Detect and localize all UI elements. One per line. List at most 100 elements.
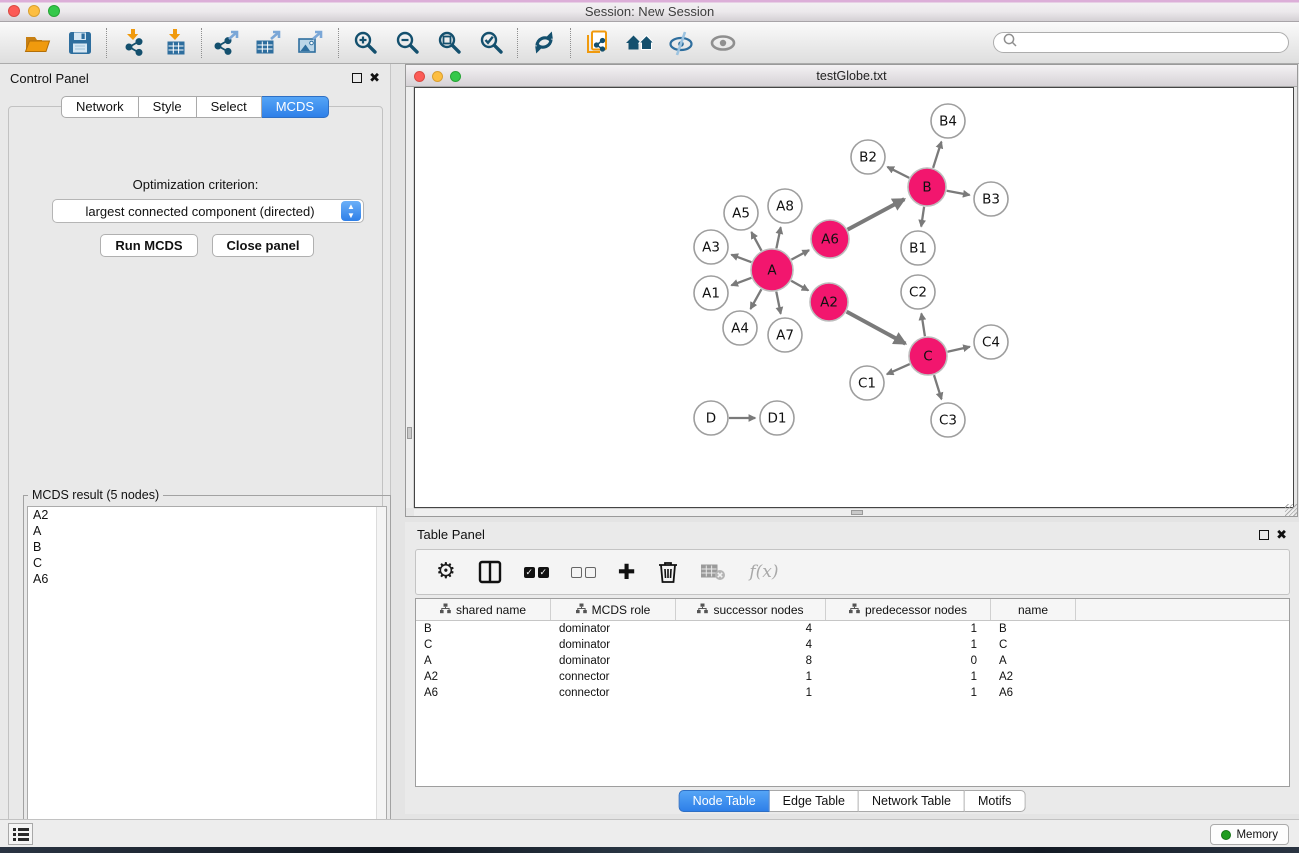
split-view-icon[interactable] <box>478 560 502 584</box>
search-box[interactable] <box>993 32 1289 53</box>
mcds-result-item[interactable]: C <box>28 555 386 571</box>
zoom-fit-icon[interactable] <box>435 29 463 56</box>
table-row[interactable]: A6connector11A6 <box>416 685 1289 701</box>
table-row[interactable]: Cdominator41C <box>416 637 1289 653</box>
import-table-icon[interactable] <box>161 29 189 56</box>
close-panel-icon[interactable]: ✖ <box>369 70 380 86</box>
table-cell: A6 <box>991 685 1076 701</box>
toolbar-group <box>339 29 517 56</box>
deselect-all-icon[interactable] <box>571 567 596 578</box>
run-mcds-button[interactable]: Run MCDS <box>100 234 198 257</box>
column-header-shared-name[interactable]: shared name <box>416 599 551 620</box>
table-cell: 4 <box>676 637 826 653</box>
tab-select[interactable]: Select <box>197 96 262 118</box>
network-window-titlebar[interactable]: testGlobe.txt <box>406 65 1297 87</box>
attribute-tree-icon <box>849 603 860 617</box>
desktop-background <box>0 847 1299 853</box>
task-history-button[interactable] <box>8 823 33 845</box>
network-horizontal-scrollbar[interactable] <box>414 508 1294 516</box>
table-cell: dominator <box>551 653 676 669</box>
horizontal-scroll-thumb[interactable] <box>851 510 863 515</box>
zoom-out-icon[interactable] <box>393 29 421 56</box>
home-icon[interactable] <box>625 29 653 56</box>
tab-motifs[interactable]: Motifs <box>965 790 1025 812</box>
table-cell: connector <box>551 669 676 685</box>
tab-network-table[interactable]: Network Table <box>859 790 965 812</box>
table-cell: B <box>416 621 551 637</box>
float-table-panel-icon[interactable] <box>1259 530 1269 540</box>
save-session-icon[interactable] <box>66 29 94 56</box>
search-input[interactable] <box>1022 36 1280 50</box>
network-vertical-scrollbar[interactable] <box>406 87 414 508</box>
import-network-icon[interactable] <box>119 29 147 56</box>
mcds-result-item[interactable]: A <box>28 523 386 539</box>
optimization-value: largest connected component (directed) <box>53 204 341 219</box>
attribute-tree-icon <box>576 603 587 617</box>
mcds-tab-content: Optimization criterion: largest connecte… <box>8 106 383 853</box>
memory-label: Memory <box>1236 829 1278 841</box>
export-table-icon[interactable] <box>256 29 284 56</box>
export-image-icon[interactable] <box>298 29 326 56</box>
mcds-result-list[interactable]: A2ABCA6 <box>27 506 387 838</box>
column-header-successor-nodes[interactable]: successor nodes <box>676 599 826 620</box>
export-network-icon[interactable] <box>214 29 242 56</box>
toolbar-group <box>202 29 338 56</box>
memory-button[interactable]: Memory <box>1210 824 1289 845</box>
table-panel-title: Table Panel <box>417 527 485 542</box>
hide-panel-icon[interactable] <box>667 29 695 56</box>
tab-node-table[interactable]: Node Table <box>679 790 770 812</box>
mcds-result-box: MCDS result (5 nodes) A2ABCA6 <box>23 495 391 842</box>
mcds-result-item[interactable]: B <box>28 539 386 555</box>
table-cell: 1 <box>826 669 991 685</box>
select-all-icon[interactable]: ✓✓ <box>524 567 549 578</box>
toolbar-group <box>571 29 749 56</box>
control-panel-tabs: NetworkStyleSelectMCDS <box>61 96 329 118</box>
tab-mcds[interactable]: MCDS <box>262 96 329 118</box>
optimization-select[interactable]: largest connected component (directed) ▲… <box>52 199 364 223</box>
table-cell: A2 <box>991 669 1076 685</box>
close-table-panel-icon[interactable]: ✖ <box>1276 527 1287 543</box>
close-panel-button[interactable]: Close panel <box>212 234 314 257</box>
resize-grip-icon[interactable] <box>1285 504 1297 516</box>
gear-icon[interactable]: ⚙ <box>436 561 456 583</box>
delete-column-icon[interactable] <box>657 560 679 584</box>
delete-table-icon <box>701 562 727 582</box>
table-cell: A6 <box>416 685 551 701</box>
add-column-icon[interactable]: ✚ <box>618 560 636 584</box>
memory-status-icon <box>1221 830 1231 840</box>
mcds-result-item[interactable]: A6 <box>28 571 386 587</box>
table-toolbar: ⚙ ✓✓ ✚ f(x) <box>415 549 1290 595</box>
result-scrollbar[interactable] <box>376 507 386 837</box>
open-file-icon[interactable] <box>24 29 52 56</box>
zoom-in-icon[interactable] <box>351 29 379 56</box>
network-canvas[interactable] <box>414 87 1294 508</box>
function-builder-icon: f(x) <box>749 562 778 582</box>
app-titlebar: Session: New Session <box>0 0 1299 22</box>
tab-network[interactable]: Network <box>61 96 139 118</box>
table-header-row: shared nameMCDS rolesuccessor nodesprede… <box>416 599 1289 621</box>
tab-edge-table[interactable]: Edge Table <box>770 790 859 812</box>
float-panel-icon[interactable] <box>352 73 362 83</box>
column-header-MCDS-role[interactable]: MCDS role <box>551 599 676 620</box>
network-window-title: testGlobe.txt <box>406 69 1297 83</box>
table-cell: 1 <box>826 685 991 701</box>
column-header-name[interactable]: name <box>991 599 1076 620</box>
column-header-predecessor-nodes[interactable]: predecessor nodes <box>826 599 991 620</box>
vertical-scroll-thumb[interactable] <box>407 427 412 439</box>
table-panel: Table Panel ✖ ⚙ ✓✓ ✚ f(x) shared nameMCDS r… <box>405 522 1299 814</box>
tab-style[interactable]: Style <box>139 96 197 118</box>
column-header-filler <box>1076 599 1289 620</box>
table-row[interactable]: Adominator80A <box>416 653 1289 669</box>
control-panel-header: Control Panel ✖ <box>0 64 390 92</box>
copy-network-icon[interactable] <box>583 29 611 56</box>
zoom-selected-icon[interactable] <box>477 29 505 56</box>
show-panel-icon[interactable] <box>709 29 737 56</box>
table-cell: C <box>991 637 1076 653</box>
attribute-tree-icon <box>697 603 708 617</box>
table-row[interactable]: A2connector11A2 <box>416 669 1289 685</box>
mcds-result-item[interactable]: A2 <box>28 507 386 523</box>
table-cell: 1 <box>826 621 991 637</box>
table-row[interactable]: Bdominator41B <box>416 621 1289 637</box>
table-cell: 4 <box>676 621 826 637</box>
refresh-icon[interactable] <box>530 29 558 56</box>
